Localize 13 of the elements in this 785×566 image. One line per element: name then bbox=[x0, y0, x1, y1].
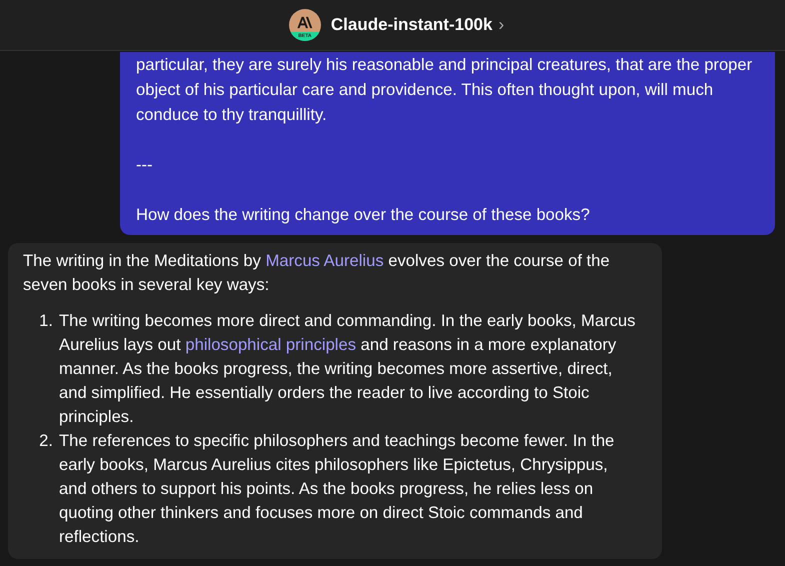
list-number: 1. bbox=[38, 310, 54, 332]
list-item-text: The writing becomes more direct and commanding. In the early books, Marcus Aurelius lays out philosophical principles and reasons in a more explanatory manner. As the books progress, the writing becomes more assertive, direct, and simplified. He essentially orders the reader to live according to Stoic principles. bbox=[59, 310, 636, 428]
message-text: How does the writing change over the course of these books? bbox=[136, 204, 591, 226]
link[interactable]: philosophical principles bbox=[185, 335, 356, 354]
link[interactable]: Marcus Aurelius bbox=[266, 251, 384, 270]
message-text: particular, they are surely his reasonable and principal creatures, that are the proper object of his particular care and providence. This often thought upon, will much conduce to thy tranquillity. bbox=[136, 54, 754, 126]
list-number: 2. bbox=[38, 430, 54, 452]
chevron-icon: › bbox=[498, 15, 504, 35]
message-text: --- bbox=[136, 154, 154, 176]
logo-icon bbox=[296, 16, 314, 29]
model-name-button[interactable]: Claude-instant-100k › bbox=[330, 15, 504, 35]
list-item-text: The references to specific philosophers and teachings become fewer. In the early books, Marcus Aurelius cites philosophers like Epictetus, Chrysippus, and others to support his points. As the books progress, he relies less on quoting other thinkers and focuses more on direct Stoic commands and reflections. bbox=[59, 430, 616, 548]
message-text: The writing in the Meditations by Marcus Aurelius evolves over the course of the seven books in several key ways: bbox=[23, 250, 611, 296]
